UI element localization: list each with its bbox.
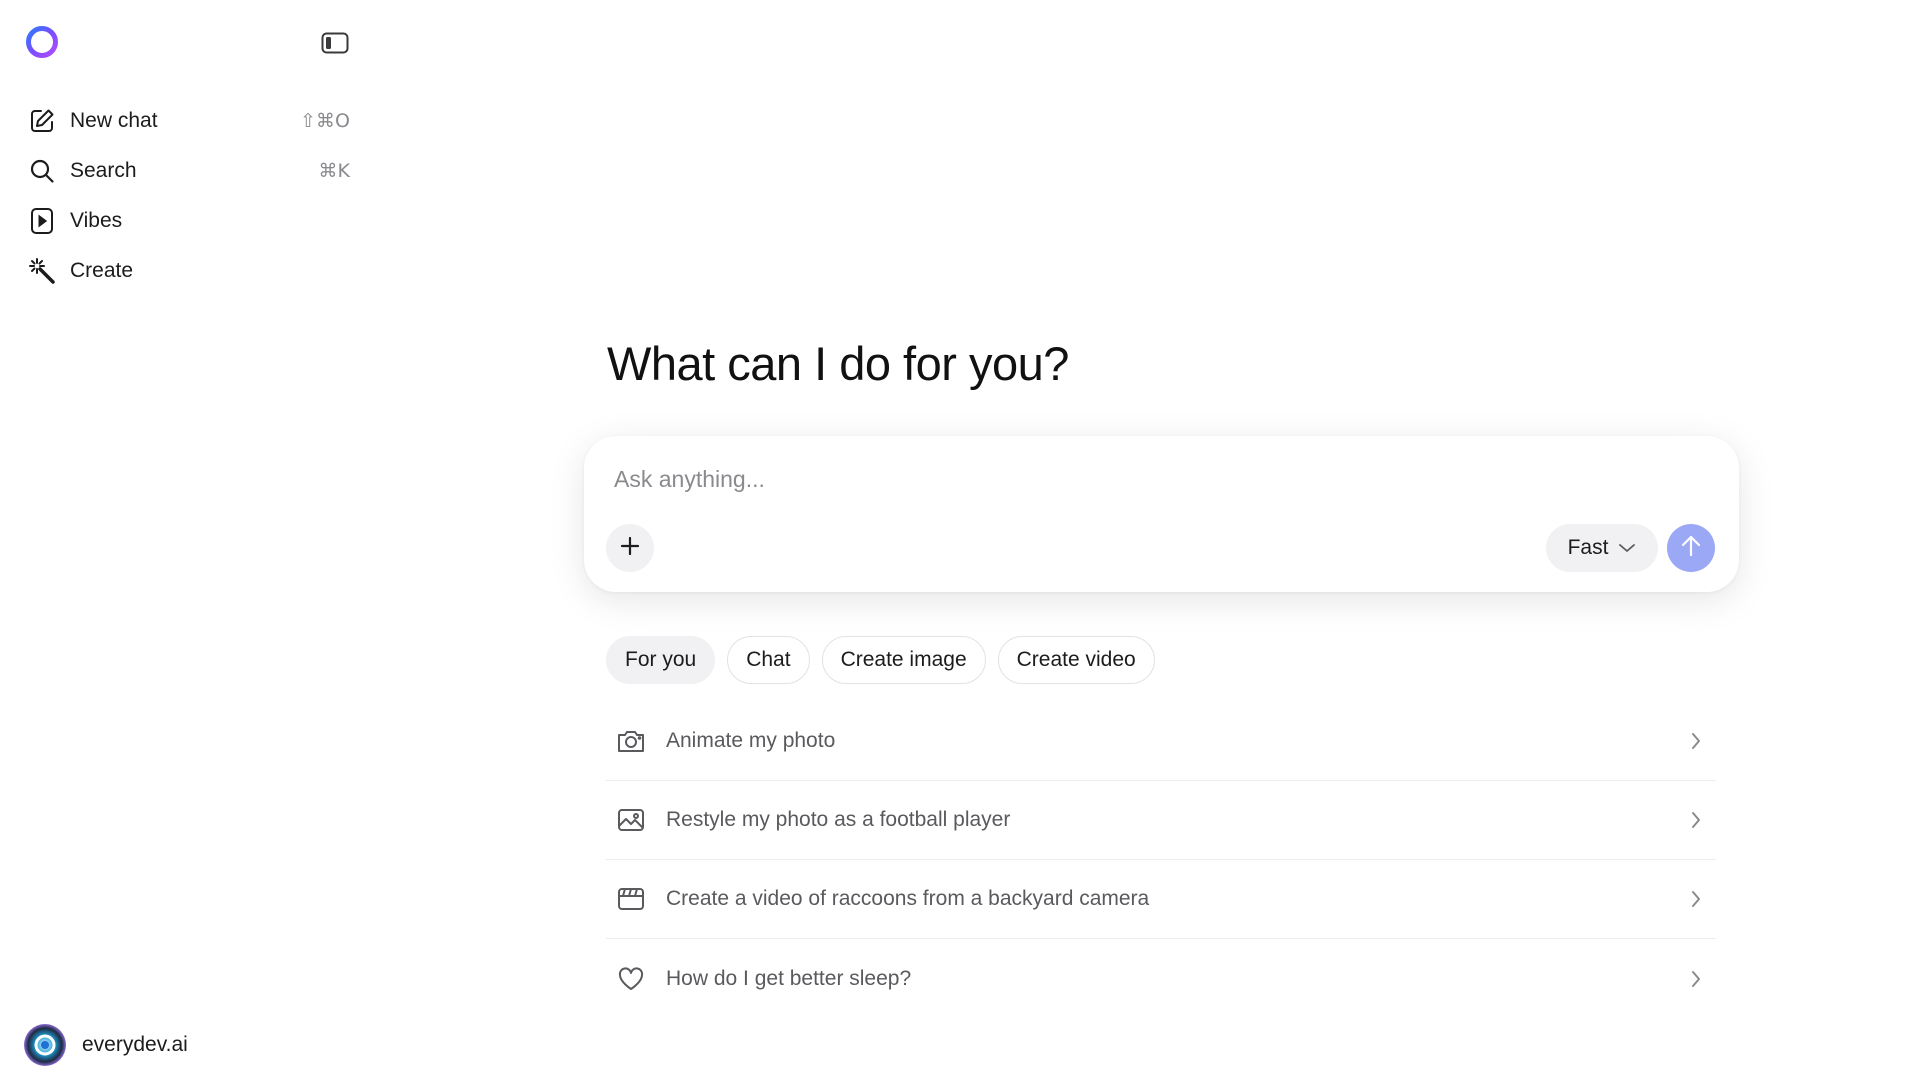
chip-for-you[interactable]: For you xyxy=(606,636,716,684)
image-icon xyxy=(616,805,646,835)
sidebar-toggle-icon[interactable] xyxy=(318,26,352,60)
chip-chat[interactable]: Chat xyxy=(727,636,810,684)
chevron-right-icon xyxy=(1686,889,1706,909)
shortcut-hint: ⌘K xyxy=(318,160,350,182)
magic-wand-icon xyxy=(28,257,56,285)
sidebar-item-label: Vibes xyxy=(70,209,123,232)
suggestion-list: Animate my photo Restyle my photo as a f… xyxy=(606,702,1716,1018)
sidebar-item-label: New chat xyxy=(70,109,158,132)
model-select[interactable]: Fast xyxy=(1546,524,1658,572)
edit-icon xyxy=(28,107,56,135)
sidebar: New chat ⇧⌘O Search ⌘K Vibes Create ever… xyxy=(0,0,368,1081)
arrow-up-icon xyxy=(1680,534,1702,563)
chevron-right-icon xyxy=(1686,810,1706,830)
suggestion-item[interactable]: Restyle my photo as a football player xyxy=(606,781,1716,860)
suggestion-label: How do I get better sleep? xyxy=(666,966,912,990)
sidebar-item-new-chat[interactable]: New chat ⇧⌘O xyxy=(18,96,358,146)
composer: Fast xyxy=(584,436,1739,592)
chip-create-video[interactable]: Create video xyxy=(997,636,1155,684)
suggestion-item[interactable]: How do I get better sleep? xyxy=(606,939,1716,1018)
page-title: What can I do for you? xyxy=(607,337,1069,390)
profile-name: everydev.ai xyxy=(82,1033,188,1056)
chevron-down-icon xyxy=(1618,536,1636,560)
ring-logo-icon[interactable] xyxy=(24,24,60,60)
chevron-right-icon xyxy=(1686,969,1706,989)
category-chips: For you Chat Create image Create video xyxy=(606,636,1155,684)
search-icon xyxy=(28,157,56,185)
send-button[interactable] xyxy=(1667,524,1715,572)
chevron-right-icon xyxy=(1686,731,1706,751)
sidebar-item-label: Search xyxy=(70,159,137,182)
sidebar-item-label: Create xyxy=(70,259,134,282)
sidebar-item-vibes[interactable]: Vibes xyxy=(18,196,358,246)
play-icon xyxy=(28,207,56,235)
sidebar-item-search[interactable]: Search ⌘K xyxy=(18,146,358,196)
shortcut-hint: ⇧⌘O xyxy=(300,110,350,132)
chip-create-image[interactable]: Create image xyxy=(821,636,986,684)
profile-button[interactable]: everydev.ai xyxy=(24,1024,188,1066)
suggestion-label: Animate my photo xyxy=(666,729,836,752)
suggestion-item[interactable]: Animate my photo xyxy=(606,702,1716,781)
ask-input[interactable] xyxy=(614,466,1514,493)
sidebar-item-create[interactable]: Create xyxy=(18,246,358,296)
heart-icon xyxy=(616,964,646,994)
sidebar-nav: New chat ⇧⌘O Search ⌘K Vibes Create xyxy=(18,96,358,296)
suggestion-label: Restyle my photo as a football player xyxy=(666,808,1011,831)
plus-icon xyxy=(619,535,641,562)
model-label: Fast xyxy=(1567,536,1609,559)
avatar-icon xyxy=(24,1024,66,1066)
clapperboard-icon xyxy=(616,884,646,914)
attach-button[interactable] xyxy=(606,524,654,572)
suggestion-label: Create a video of raccoons from a backya… xyxy=(666,887,1150,910)
suggestion-item[interactable]: Create a video of raccoons from a backya… xyxy=(606,860,1716,939)
camera-icon xyxy=(616,726,646,756)
